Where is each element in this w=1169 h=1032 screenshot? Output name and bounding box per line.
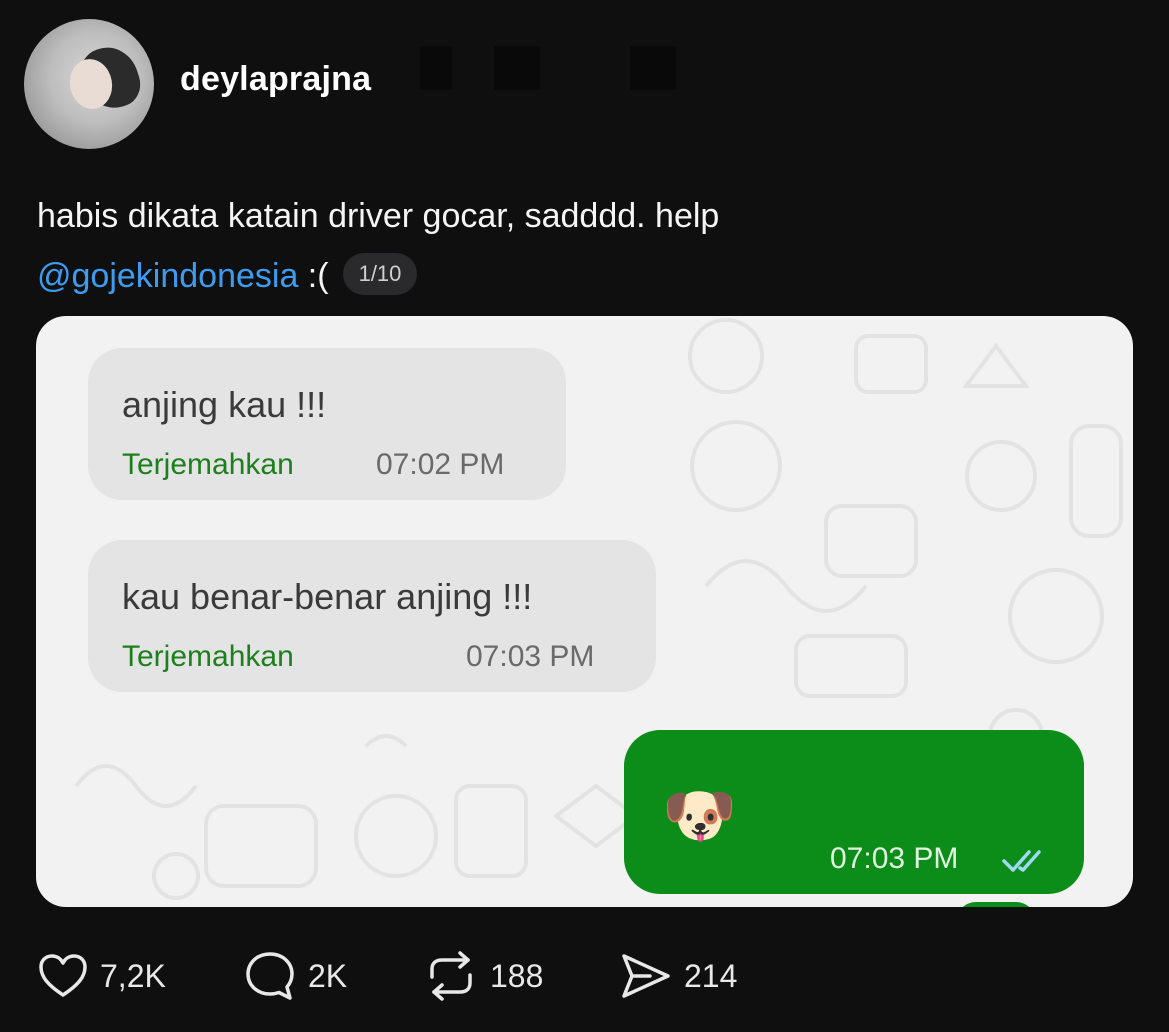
post-image[interactable]: anjing kau !!! Terjemahkan 07:02 PM kau … — [36, 316, 1133, 907]
redacted-block — [494, 46, 540, 90]
mention-link[interactable]: @gojekindonesia — [37, 257, 298, 295]
incoming-message[interactable]: kau benar-benar anjing !!! Terjemahkan 0… — [88, 540, 656, 692]
dog-face-emoji: 🐶 — [662, 782, 737, 849]
message-time: 07:03 PM — [830, 842, 959, 875]
avatar[interactable] — [24, 19, 154, 149]
username[interactable]: deylaprajna — [180, 60, 371, 99]
share-count: 214 — [684, 957, 738, 994]
double-check-icon — [1002, 850, 1041, 872]
redacted-block — [420, 46, 452, 90]
heart-icon — [39, 954, 87, 997]
incoming-message[interactable]: anjing kau !!! Terjemahkan 07:02 PM — [88, 348, 566, 500]
next-message-edge — [956, 902, 1036, 907]
message-text: kau benar-benar anjing !!! — [122, 576, 533, 617]
message-time: 07:02 PM — [376, 448, 505, 481]
translate-link[interactable]: Terjemahkan — [122, 640, 294, 674]
message-text: anjing kau !!! — [122, 384, 327, 425]
redacted-block — [630, 46, 676, 90]
send-icon — [622, 954, 670, 998]
caption-text: habis dikata katain driver gocar, sadddd… — [37, 197, 720, 235]
post-caption: habis dikata katain driver gocar, sadddd… — [37, 186, 1137, 306]
like-button[interactable]: 7,2K — [38, 948, 166, 1004]
comment-button[interactable]: 2K — [244, 948, 347, 1004]
like-count: 7,2K — [100, 957, 166, 994]
share-button[interactable]: 214 — [620, 948, 737, 1004]
message-time: 07:03 PM — [466, 640, 595, 673]
page-indicator-badge: 1/10 — [342, 253, 418, 296]
outgoing-message[interactable]: 🐶 07:03 PM — [624, 730, 1084, 894]
repost-button[interactable]: 188 — [424, 948, 543, 1004]
translate-link[interactable]: Terjemahkan — [122, 448, 294, 482]
repost-count: 188 — [490, 957, 544, 994]
comment-count: 2K — [308, 957, 348, 994]
comment-bubble-icon — [246, 952, 294, 1000]
repost-icon — [430, 951, 472, 1001]
caption-suffix: :( — [298, 257, 329, 295]
